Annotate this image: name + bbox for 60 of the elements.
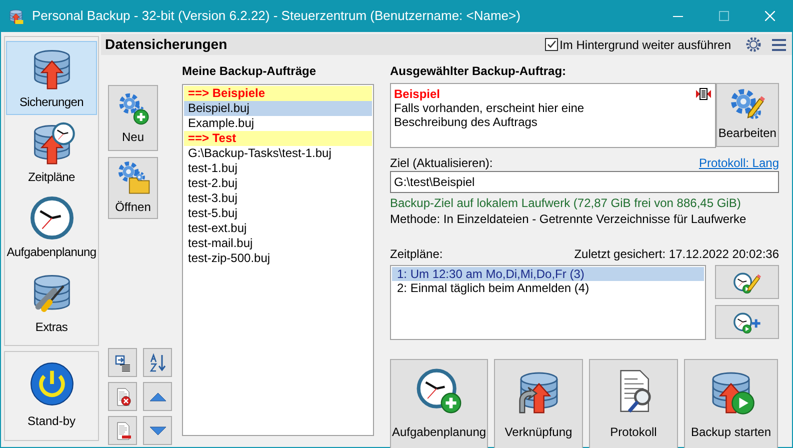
clock-plus-icon (415, 367, 463, 415)
maximize-icon (719, 11, 729, 21)
job-item[interactable]: test-5.buj (184, 206, 372, 221)
jobs-heading: Meine Backup-Aufträge (182, 64, 318, 80)
sort-button[interactable] (143, 348, 172, 377)
job-item[interactable]: Beispiel.buj (184, 101, 372, 116)
edit-button[interactable]: Bearbeiten (716, 83, 779, 147)
target-field[interactable]: G:\test\Beispiel (390, 171, 779, 193)
settings-icon[interactable] (745, 36, 762, 53)
log-link[interactable]: Protokoll: Lang (698, 154, 779, 169)
backup-method: Methode: In Einzeldateien - Getrennte Verzeichnisse für Laufwerke (390, 212, 748, 227)
checkbox[interactable] (544, 38, 558, 51)
job-item[interactable]: Example.buj (184, 116, 372, 131)
window-title: Personal Backup - 32-bit (Version 6.2.22) - Steuerzentrum (Benutzername: <Name>) (32, 7, 520, 26)
schedule-item[interactable]: 1: Um 12:30 am Mo,Di,Mi,Do,Fr (3) (392, 267, 704, 281)
close-icon (765, 11, 775, 21)
job-item[interactable]: test-2.buj (184, 176, 372, 191)
standby-button[interactable]: Stand-by (27, 362, 76, 430)
job-description: Falls vorhanden, erscheint hier eine Beschreibung des Auftrags (394, 101, 586, 129)
job-item[interactable]: G:\Backup-Tasks\test-1.buj (184, 146, 372, 161)
target-label: Ziel (Aktualisieren): (390, 155, 493, 169)
sidebar-item[interactable]: Extras (6, 266, 97, 340)
action-button[interactable]: Verknüpfung (494, 359, 583, 448)
open-button[interactable]: Öffnen (108, 157, 158, 219)
move-down-button[interactable] (143, 416, 172, 445)
last-backup-time: Zuletzt gesichert: 17.12.2022 20:02:36 (574, 246, 779, 260)
section-title: Datensicherungen (105, 35, 228, 54)
schedule-item[interactable]: 2: Einmal täglich beim Anmelden (4) (392, 281, 704, 295)
checkbox-label: Im Hintergrund weiter ausführen (560, 36, 731, 54)
sidebar-item[interactable]: Sicherungen (6, 41, 97, 115)
job-group-header[interactable]: ==> Beispiele (184, 86, 372, 101)
selected-job-heading: Ausgewählter Backup-Auftrag: (390, 64, 568, 80)
add-schedule-button[interactable] (715, 305, 779, 339)
copy-button[interactable] (108, 348, 137, 377)
delete-button[interactable] (108, 382, 137, 411)
job-group-header[interactable]: ==> Test (184, 131, 372, 146)
job-item[interactable]: test-zip-500.buj (184, 251, 372, 266)
sidebar-item[interactable]: Aufgabenplanung (6, 191, 97, 265)
job-item[interactable]: test-1.buj (184, 161, 372, 176)
job-item[interactable]: test-ext.buj (184, 221, 372, 236)
power-icon (30, 362, 74, 406)
clock-icon (28, 195, 74, 241)
list-arrow-icon (112, 352, 132, 372)
target-info: Backup-Ziel auf lokalem Laufwerk (72,87 GiB frei von 886,45 GiB) (390, 196, 742, 211)
action-button[interactable]: Backup starten (684, 359, 778, 448)
edit-schedule-button[interactable] (715, 265, 779, 299)
job-name: Beispiel (394, 87, 440, 101)
app-icon (8, 8, 24, 24)
sidebar-item[interactable]: Zeitpläne (6, 116, 97, 190)
action-button[interactable]: Protokoll (589, 359, 678, 448)
job-item[interactable]: test-mail.buj (184, 236, 372, 251)
sort-az-icon (148, 352, 168, 372)
new-button[interactable]: Neu (108, 85, 158, 151)
remove-button[interactable] (108, 416, 137, 445)
menu-icon[interactable] (772, 38, 786, 51)
document-icon (696, 88, 711, 100)
schedules-heading: Zeitpläne: (390, 246, 443, 260)
move-up-button[interactable] (143, 382, 172, 411)
action-button[interactable]: Aufgabenplanung (390, 359, 488, 448)
job-item[interactable]: test-3.buj (184, 191, 372, 206)
